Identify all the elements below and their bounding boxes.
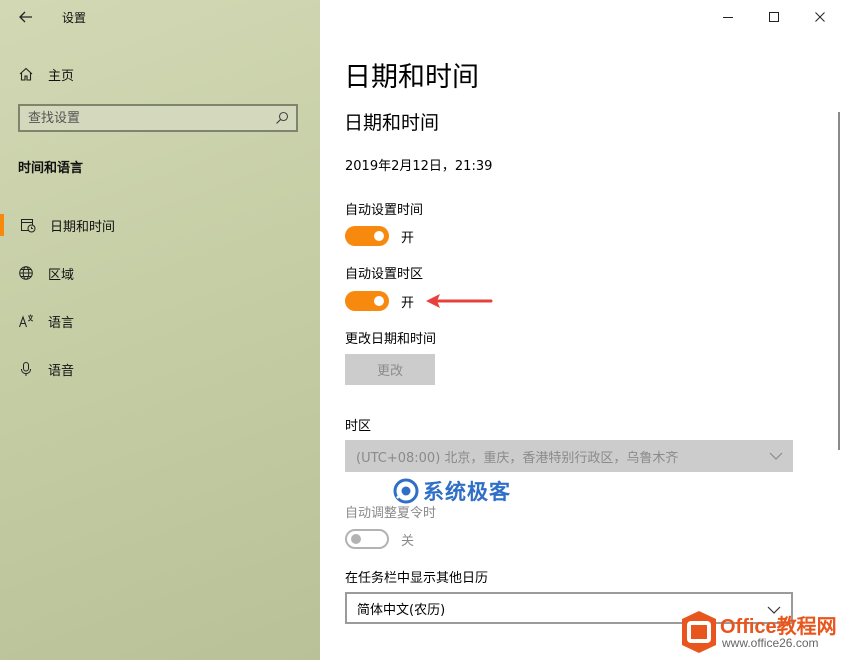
maximize-button[interactable] [751,0,797,34]
microphone-icon [18,361,34,377]
sidebar-item-label: 语言 [48,315,75,331]
annotation-arrow-icon [426,294,493,308]
sidebar-item-region[interactable]: 区域 [18,262,74,284]
sidebar-item-speech[interactable]: 语音 [18,358,74,380]
language-icon [18,313,34,329]
dst-state: 关 [401,533,415,549]
timezone-select[interactable]: (UTC+08:00) 北京，重庆，香港特别行政区，乌鲁木齐 [345,440,793,472]
sidebar-item-home[interactable]: 主页 [18,63,74,85]
main-content: 日期和时间 日期和时间 2019年2月12日，21:39 自动设置时间 开 自动… [320,0,845,660]
taskbar-calendar-value: 简体中文(农历) [357,602,446,618]
watermark-text: 系统极客 [423,480,511,504]
timezone-label: 时区 [345,419,372,434]
timezone-value: (UTC+08:00) 北京，重庆，香港特别行政区，乌鲁木齐 [356,450,679,466]
office-logo: Office教程网 www.office26.com [680,608,845,658]
auto-timezone-label: 自动设置时区 [345,267,424,282]
dst-toggle[interactable] [345,529,389,549]
search-input[interactable] [20,106,268,130]
sidebar-item-label: 语音 [48,363,75,379]
sidebar-item-label: 日期和时间 [50,219,116,235]
logo-url: www.office26.com [722,636,819,650]
section-heading: 时间和语言 [18,161,84,176]
office-logo-icon [682,611,716,653]
search-box[interactable] [18,104,298,132]
sidebar-item-date-time[interactable]: 日期和时间 [20,214,115,236]
close-button[interactable] [797,0,843,34]
scrollbar[interactable] [838,112,840,450]
auto-time-label: 自动设置时间 [345,203,424,218]
taskbar-calendar-label: 在任务栏中显示其他日历 [345,571,489,586]
change-datetime-button[interactable]: 更改 [345,354,435,385]
current-datetime: 2019年2月12日，21:39 [345,159,493,174]
close-icon [814,11,826,23]
auto-timezone-row: 开 [345,290,414,312]
change-datetime-label: 更改日期和时间 [345,332,437,347]
logo-title: Office教程网 [720,616,837,638]
globe-icon [18,265,34,281]
watermark: 系统极客 [393,476,511,506]
chevron-down-icon [769,450,783,460]
minimize-icon [722,11,734,23]
section-title: 日期和时间 [344,112,440,134]
maximize-icon [768,11,780,23]
back-arrow-icon[interactable] [18,8,34,26]
home-icon [18,66,34,82]
active-indicator [0,214,4,236]
sidebar: 设置 主页 时间和语言 日期和时间 区域 语言 语音 [0,0,320,660]
sidebar-item-label: 区域 [48,267,75,283]
toggle-knob [351,534,361,544]
search-icon[interactable] [274,110,290,126]
minimize-button[interactable] [705,0,751,34]
page-title: 日期和时间 [344,62,479,93]
auto-timezone-state: 开 [401,295,415,311]
sidebar-home-label: 主页 [48,68,75,84]
sidebar-item-language[interactable]: 语言 [18,310,74,332]
calendar-clock-icon [20,217,36,233]
dst-row: 关 [345,528,414,550]
app-title: 设置 [62,11,87,25]
toggle-knob [374,296,384,306]
toggle-knob [374,231,384,241]
auto-time-toggle[interactable] [345,226,389,246]
auto-timezone-toggle[interactable] [345,291,389,311]
watermark-logo-icon [393,478,419,504]
auto-time-row: 开 [345,225,414,247]
auto-time-state: 开 [401,230,415,246]
